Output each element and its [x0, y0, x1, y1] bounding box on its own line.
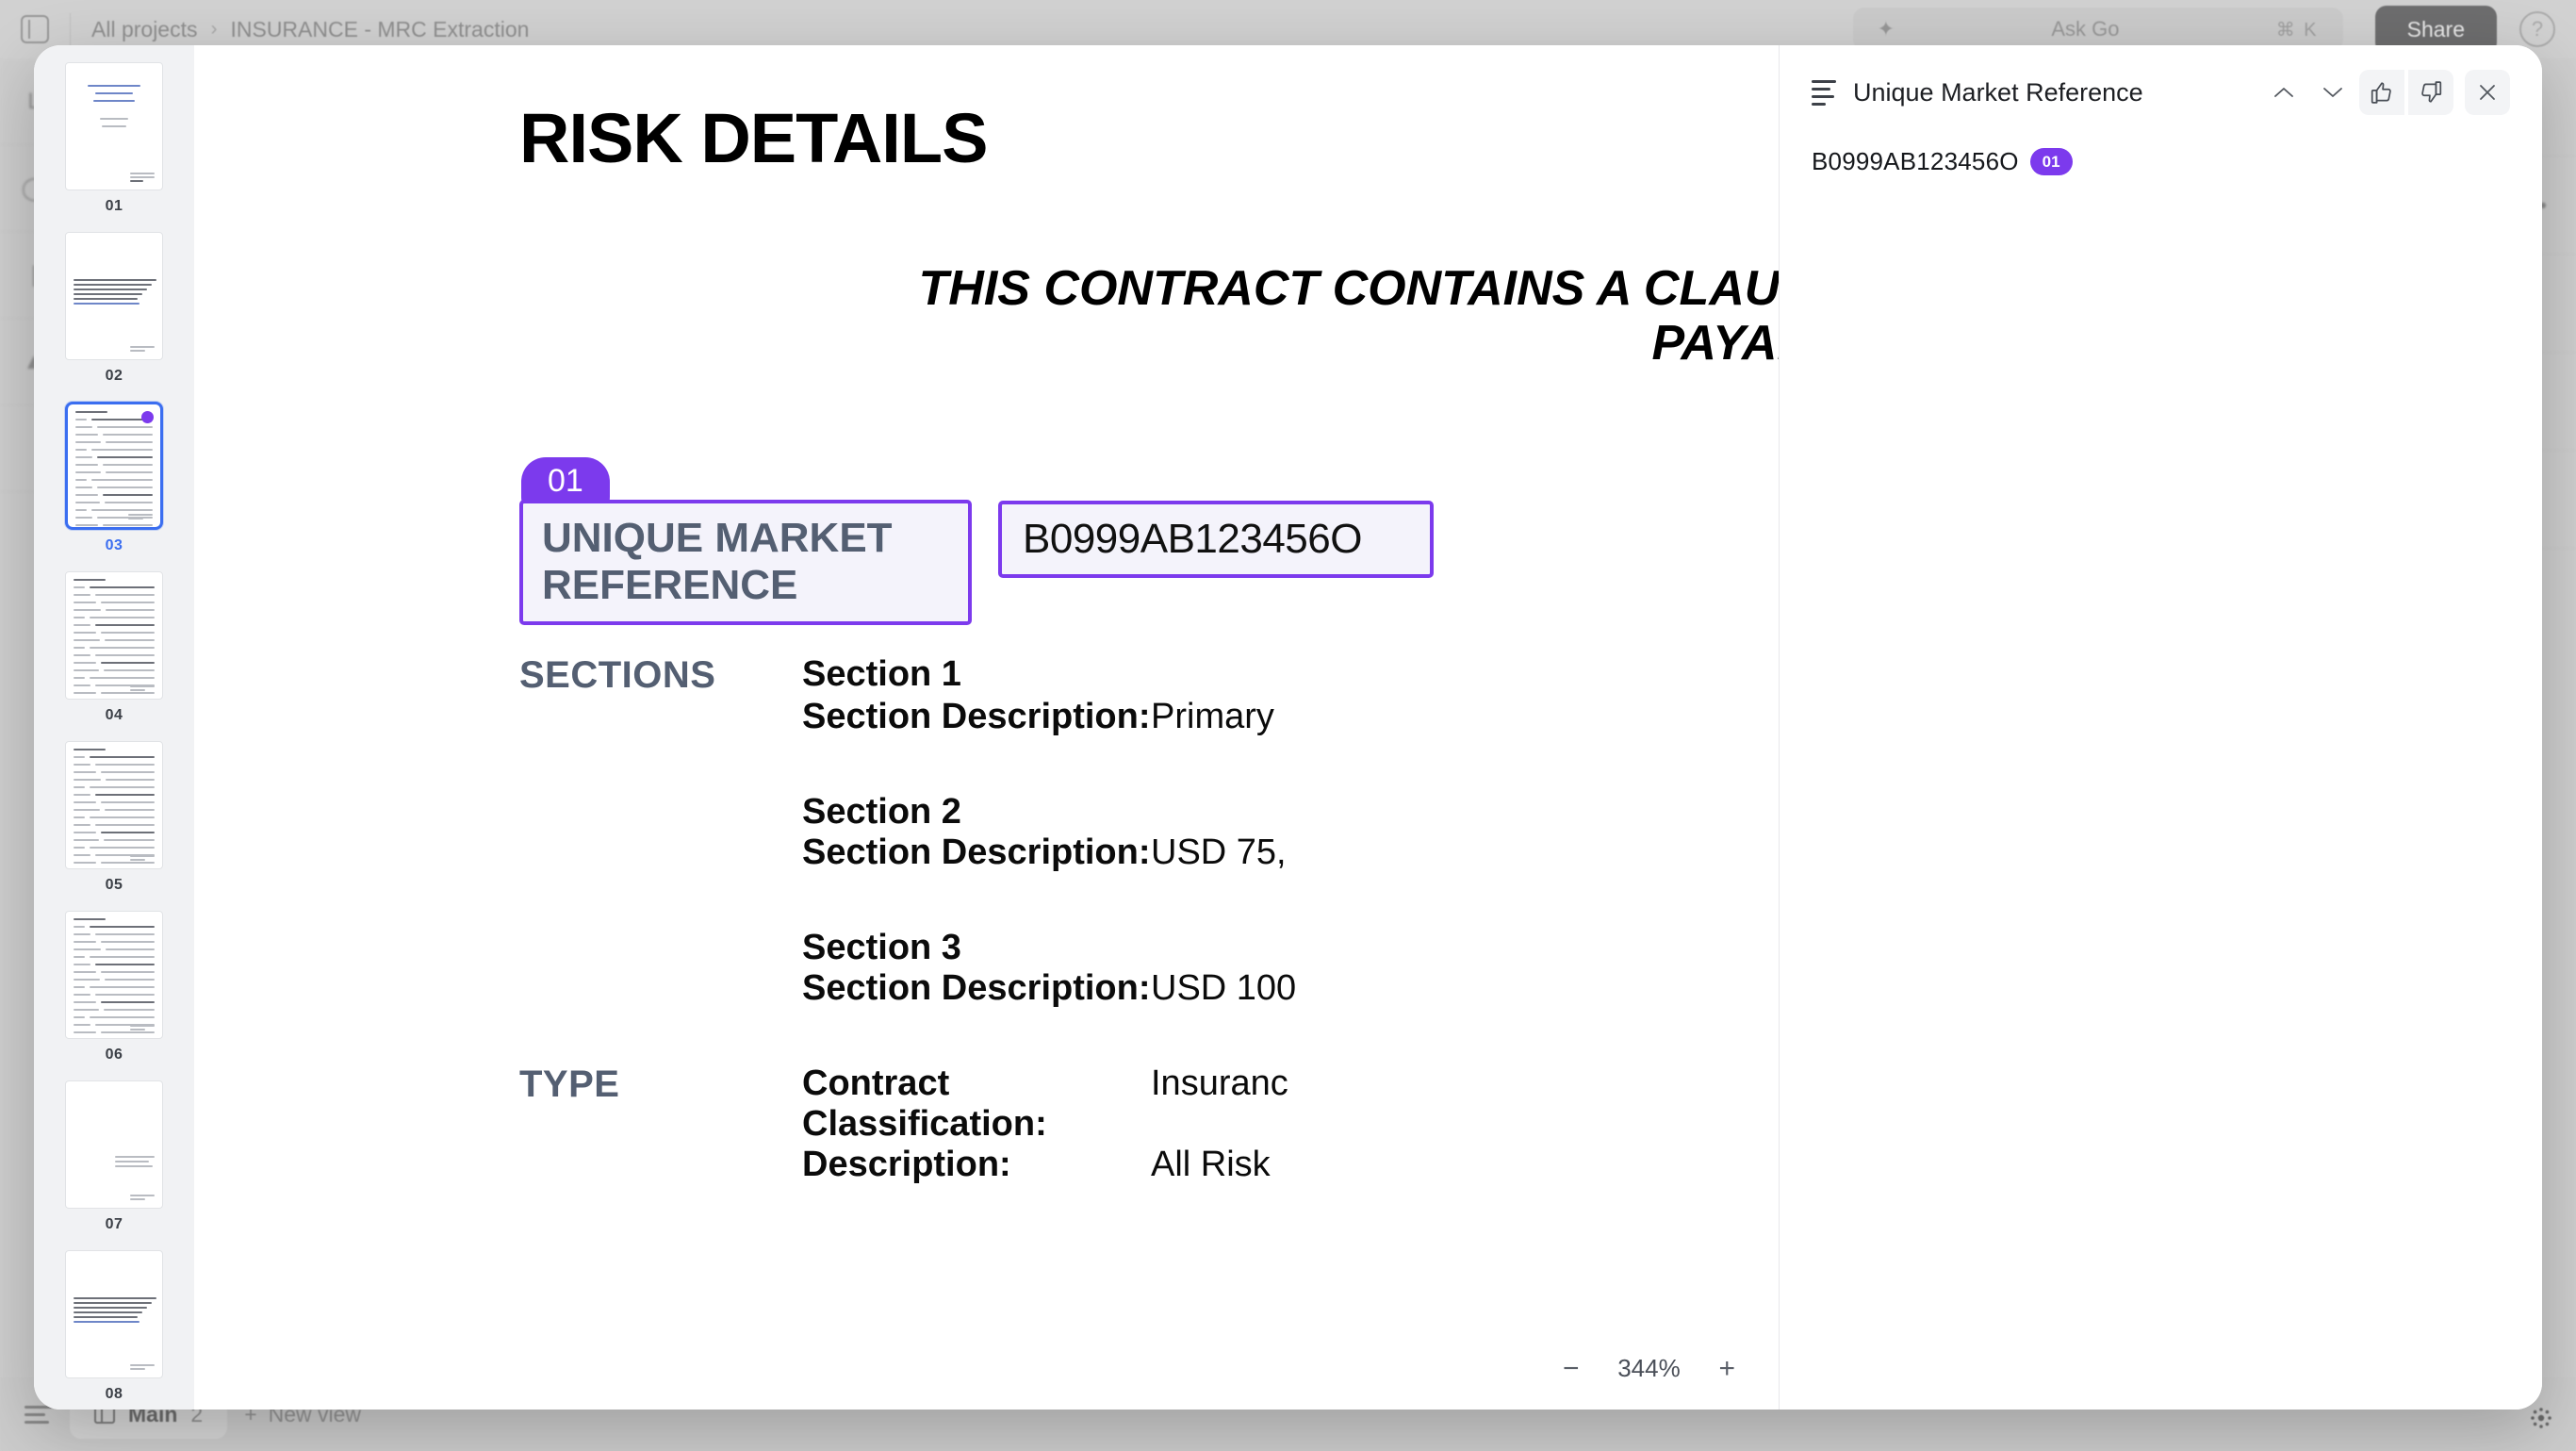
row-key: SECTIONS — [519, 654, 716, 697]
breadcrumb-separator: › — [210, 18, 218, 40]
row-value: USD 75, — [1151, 833, 1287, 873]
thumbnail-page-08[interactable]: 08 — [34, 1250, 194, 1403]
notice-line-1: THIS CONTRACT CONTAINS A CLAUS — [918, 261, 1779, 316]
breadcrumb-current[interactable]: INSURANCE - MRC Extraction — [230, 17, 529, 42]
extraction-result-value: B0999AB123456O — [1812, 147, 2019, 175]
row-field: Contract Classification: — [802, 1064, 1047, 1145]
row-field: Section Description: — [802, 697, 1151, 737]
thumbnail-sidebar[interactable]: 010203040506070809 — [34, 45, 194, 1410]
document-viewer-modal: 010203040506070809 RISK DETAILS THIS CON… — [34, 45, 2542, 1410]
chevron-up-icon[interactable] — [2261, 70, 2306, 115]
zoom-control[interactable]: − 344% + — [1539, 1344, 1758, 1393]
row-gap — [519, 873, 1779, 928]
extraction-panel-body: B0999AB123456O 01 — [1812, 147, 2510, 176]
extraction-panel: Unique Market Reference B0999AB123456O 0… — [1779, 45, 2542, 1410]
document-row[interactable]: Section 3 — [519, 928, 1779, 968]
row-value: USD 100 — [1151, 968, 1297, 1009]
thumbnail-preview[interactable] — [65, 232, 163, 360]
document-row[interactable]: Section Description: USD 100 — [519, 968, 1779, 1009]
document-row[interactable]: Description: All Risk — [519, 1145, 1779, 1185]
thumbnail-label: 05 — [105, 877, 123, 893]
row-gap — [519, 1009, 1779, 1064]
thumbs-down-icon[interactable] — [2408, 70, 2453, 115]
extraction-result-row[interactable]: B0999AB123456O 01 — [1812, 147, 2510, 176]
ask-go-placeholder: Ask Go — [2051, 17, 2120, 41]
thumbnail-preview[interactable] — [65, 1250, 163, 1378]
row-field: Section 3 — [802, 928, 961, 968]
row-field: Section 2 — [802, 792, 961, 833]
row-field: Description: — [802, 1145, 1011, 1185]
extraction-panel-actions — [2261, 70, 2510, 115]
thumbnail-page-03[interactable]: 03 — [34, 402, 194, 554]
help-icon[interactable]: ? — [2519, 11, 2555, 47]
breadcrumb-root[interactable]: All projects — [91, 17, 197, 42]
document-heading: RISK DETAILS — [519, 99, 988, 177]
annotation-dot — [141, 411, 154, 423]
thumbnail-label: 06 — [105, 1047, 123, 1063]
thumbnail-label: 01 — [105, 198, 123, 214]
row-key: TYPE — [519, 1064, 620, 1106]
extraction-result-badge[interactable]: 01 — [2029, 147, 2073, 176]
row-gap — [519, 737, 1779, 792]
document-row[interactable]: Section Description: Primary — [519, 697, 1779, 737]
thumbnail-preview[interactable] — [65, 62, 163, 190]
document-notice: THIS CONTRACT CONTAINS A CLAUS PAYAB — [587, 261, 1779, 371]
zoom-level: 344% — [1617, 1354, 1681, 1382]
row-field: Section Description: — [802, 968, 1151, 1009]
close-icon[interactable] — [2465, 70, 2510, 115]
zoom-in-button[interactable]: + — [1718, 1354, 1735, 1383]
document-row[interactable]: Section Description: USD 75, — [519, 833, 1779, 873]
row-value: All Risk — [1151, 1145, 1271, 1185]
thumbnail-preview[interactable] — [65, 1080, 163, 1209]
chevron-down-icon[interactable] — [2310, 70, 2355, 115]
extraction-value-box[interactable]: B0999AB123456O — [998, 501, 1434, 579]
zoom-out-button[interactable]: − — [1563, 1354, 1580, 1383]
thumbnail-page-07[interactable]: 07 — [34, 1080, 194, 1233]
text-lines-icon — [1812, 79, 1836, 106]
row-value: Primary — [1151, 697, 1274, 737]
document-row[interactable]: Section 2 — [519, 792, 1779, 833]
row-value: Insuranc — [1151, 1064, 1288, 1104]
thumbnail-page-02[interactable]: 02 — [34, 232, 194, 385]
thumbnail-preview[interactable] — [65, 571, 163, 700]
thumbnail-page-01[interactable]: 01 — [34, 62, 194, 215]
toolbar-divider — [70, 13, 71, 45]
thumbnail-preview[interactable] — [65, 741, 163, 869]
extraction-label-box[interactable]: UNIQUE MARKET REFERENCE — [519, 500, 972, 625]
extraction-panel-header: Unique Market Reference — [1812, 70, 2510, 115]
sidebar-toggle-icon[interactable] — [21, 15, 49, 43]
document-row[interactable]: SECTIONS Section 1 — [519, 654, 1779, 697]
highlighted-extraction[interactable]: 01 UNIQUE MARKET REFERENCE B0999AB123456… — [519, 457, 1779, 651]
row-field: Section 1 — [802, 654, 961, 695]
document-canvas[interactable]: RISK DETAILS THIS CONTRACT CONTAINS A CL… — [194, 45, 1779, 1410]
notice-line-2: PAYAB — [1651, 316, 1779, 371]
ask-go-shortcut: ⌘ K — [2275, 19, 2319, 41]
thumbnail-page-05[interactable]: 05 — [34, 741, 194, 894]
document-rows: SECTIONS Section 1 Section Description: Pri… — [519, 654, 1779, 1185]
thumbnail-label: 02 — [105, 368, 123, 384]
thumbnail-label: 08 — [105, 1386, 123, 1402]
document-row[interactable]: TYPE Contract Classification: Insuranc — [519, 1064, 1779, 1145]
extraction-panel-title: Unique Market Reference — [1853, 77, 2143, 107]
thumbs-up-icon[interactable] — [2359, 70, 2404, 115]
thumbnail-label: 03 — [105, 537, 123, 553]
document-page: RISK DETAILS THIS CONTRACT CONTAINS A CL… — [194, 45, 1779, 1185]
thumbnail-page-04[interactable]: 04 — [34, 571, 194, 724]
thumbnail-preview[interactable] — [65, 402, 163, 530]
sparkle-icon: ✦ — [1877, 17, 1895, 41]
thumbnail-preview[interactable] — [65, 911, 163, 1039]
thumbnail-label: 07 — [105, 1216, 123, 1232]
thumbnail-label: 04 — [105, 707, 123, 723]
extraction-label-text: UNIQUE MARKET REFERENCE — [542, 515, 893, 608]
thumbnail-page-06[interactable]: 06 — [34, 911, 194, 1064]
extraction-value-text: B0999AB123456O — [1023, 516, 1362, 563]
row-field: Section Description: — [802, 833, 1151, 873]
breadcrumb: All projects › INSURANCE - MRC Extractio… — [91, 17, 529, 42]
